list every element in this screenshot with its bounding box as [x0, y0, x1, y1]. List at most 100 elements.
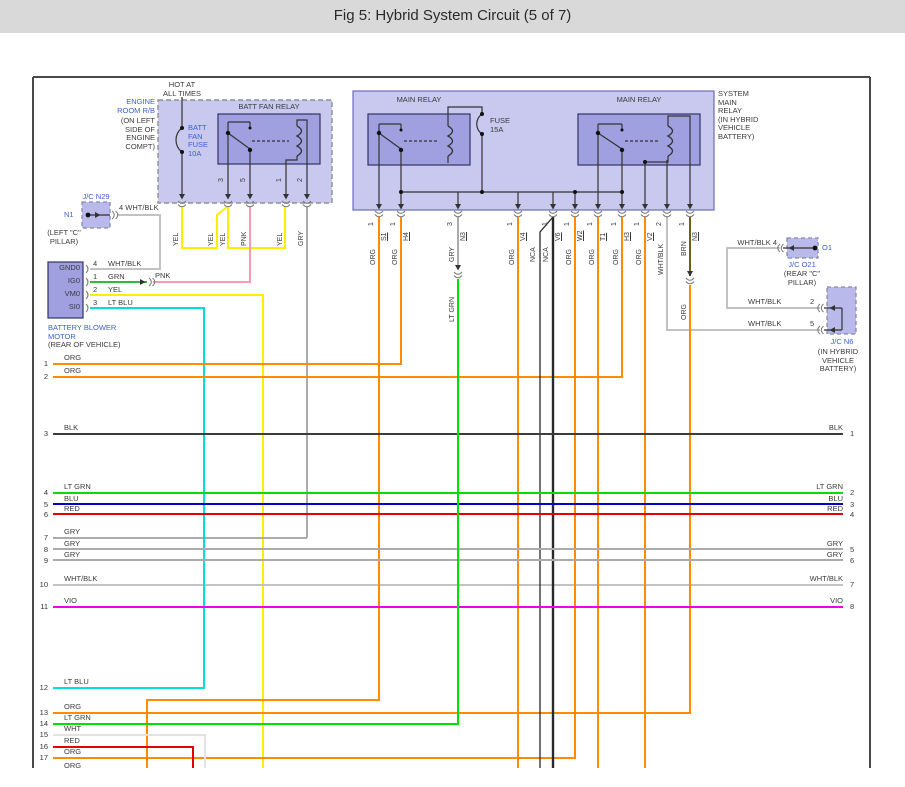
pin-num-v4: 1: [507, 222, 514, 226]
wire-label-nca-1: NCA: [530, 247, 537, 262]
right-label-7: WHT/BLK: [809, 574, 843, 583]
system-main-relay-note: SYSTEM MAIN RELAY (IN HYBRID VEHICLE BAT…: [718, 89, 759, 141]
wire-label-org-w2: ORG: [566, 249, 573, 265]
left-label-18: ORG: [64, 761, 82, 770]
jc-n6-wire-2-label: WHT/BLK: [748, 297, 782, 306]
pin-num-v2: 1: [634, 222, 641, 226]
right-label-6: GRY: [826, 550, 843, 559]
wire-label-ltgrn-lower: LT GRN: [449, 296, 456, 322]
jc-n29-title[interactable]: J/C N29: [74, 192, 118, 202]
batt-fan-relay-title: BATT FAN RELAY: [238, 102, 300, 111]
pin-num-2: 2: [656, 222, 663, 226]
wire-13: [53, 285, 691, 714]
blower-wire-yel: YEL: [108, 285, 123, 294]
wiring-diagram-page: Fig 5: Hybrid System Circuit (5 of 7) HO…: [0, 0, 905, 787]
blower-wire-ltblu: LT BLU: [108, 298, 133, 307]
left-label-1: ORG: [64, 353, 82, 362]
left-pin-10: 10: [39, 580, 48, 589]
main-relay-left-box: [367, 113, 471, 166]
wire-label-org-s1: ORG: [370, 249, 377, 265]
pin-id-v6[interactable]: V6: [555, 232, 562, 241]
blower-title[interactable]: BATTERY BLOWER MOTOR: [48, 323, 116, 341]
left-pin-9: 9: [43, 556, 48, 565]
pin-id-h3[interactable]: H3: [624, 232, 631, 241]
jc-o21-wire-label: WHT/BLK 4: [737, 238, 777, 247]
wire-label-org-lower: ORG: [681, 304, 688, 320]
jc-n6-wire-5-num: 5: [810, 319, 815, 328]
wire-label-yel-4: YEL: [277, 232, 284, 246]
battfan-pin-3: 3: [218, 178, 225, 182]
left-pin-17: 17: [39, 753, 48, 762]
left-label-8: GRY: [64, 539, 81, 548]
right-pin-7: 7: [850, 580, 855, 589]
jc-n29-pin-n1[interactable]: N1: [64, 210, 74, 220]
jc-o21-location: (REAR "C" PILLAR): [783, 269, 821, 287]
wire-label-yel-3: YEL: [220, 232, 227, 246]
pin-id-s1[interactable]: S1: [381, 232, 388, 241]
wire-label-yel-1: YEL: [173, 232, 180, 246]
left-pin-3: 3: [43, 429, 48, 438]
main-relay-right-title: MAIN RELAY: [616, 95, 662, 104]
left-label-9: GRY: [64, 550, 81, 559]
right-pin-1: 1: [850, 429, 855, 438]
left-label-12: LT BLU: [64, 677, 89, 686]
left-pin-7: 7: [43, 533, 48, 542]
wire-label-nca-2: NCA: [543, 247, 550, 262]
right-pin-5: 5: [850, 545, 855, 554]
left-pin-8: 8: [43, 545, 48, 554]
right-label-1: BLK: [828, 423, 843, 432]
pin-id-v4[interactable]: V4: [520, 232, 527, 241]
pin-num-w2: 1: [564, 222, 571, 226]
blower-pin-num-2: 2: [93, 285, 98, 294]
wire-label-gry-n3: GRY: [449, 246, 456, 262]
left-label-11: VIO: [64, 596, 77, 605]
left-pin-4: 4: [43, 488, 48, 497]
left-pin-1: 1: [43, 359, 48, 368]
left-label-14: LT GRN: [64, 713, 91, 722]
left-pin-6: 6: [43, 510, 48, 519]
jc-n29-location: (LEFT "C" PILLAR): [47, 228, 81, 246]
connector-symbols: [95, 194, 835, 335]
left-pin-14: 14: [39, 719, 48, 728]
right-label-3: BLU: [828, 494, 843, 503]
batt-fan-fuse-label[interactable]: BATT FAN FUSE 10A: [188, 123, 208, 158]
pin-num-h4: 1: [390, 222, 397, 226]
left-label-7: GRY: [64, 527, 81, 536]
engine-room-rb-label[interactable]: ENGINE ROOM R/B: [103, 97, 155, 115]
pin-id-v2[interactable]: V2: [647, 232, 654, 241]
left-pin-15: 15: [39, 730, 48, 739]
jc-n6-title[interactable]: J/C N6: [816, 337, 868, 347]
pin-id-h4[interactable]: H4: [403, 232, 410, 241]
left-label-5: BLU: [64, 494, 79, 503]
left-pin-2: 2: [43, 372, 48, 381]
right-label-2: LT GRN: [816, 482, 843, 491]
wire-label-pnk: PNK: [241, 231, 248, 246]
blower-pin-num-4: 4: [93, 259, 98, 268]
hot-at-all-times-label: HOT AT ALL TIMES: [163, 80, 201, 98]
wire-2: [53, 217, 623, 378]
left-label-16: RED: [64, 736, 80, 745]
jc-n6-wire-2-num: 2: [810, 297, 815, 306]
left-label-13: ORG: [64, 702, 82, 711]
left-label-4: LT GRN: [64, 482, 91, 491]
blower-pin-vm0: VM0: [64, 289, 80, 298]
jc-n6-wire-5-label: WHT/BLK: [748, 319, 782, 328]
right-pin-6: 6: [850, 556, 855, 565]
jc-o21-pin-o1[interactable]: O1: [822, 243, 832, 253]
wire-label-org-h4: ORG: [392, 249, 399, 265]
pin-id-n3r[interactable]: N3: [692, 232, 699, 241]
pin-id-w2[interactable]: W2: [577, 231, 584, 242]
pin-num-n3l: 3: [447, 222, 454, 226]
pin-num-n3r: 1: [679, 222, 686, 226]
right-pin-4: 4: [850, 510, 855, 519]
wire-label-org-h3: ORG: [613, 249, 620, 265]
battfan-pin-5: 5: [240, 178, 247, 182]
jc-n29-wire-label: 4 WHT/BLK: [119, 203, 159, 212]
pin-id-n3l[interactable]: N3: [460, 232, 467, 241]
right-label-5: GRY: [826, 539, 843, 548]
left-pin-5: 5: [43, 500, 48, 509]
wire-label-brn: BRN: [681, 241, 688, 256]
right-pin-2: 2: [850, 488, 855, 497]
left-label-6: RED: [64, 504, 80, 513]
pin-id-t1[interactable]: T1: [600, 233, 607, 241]
